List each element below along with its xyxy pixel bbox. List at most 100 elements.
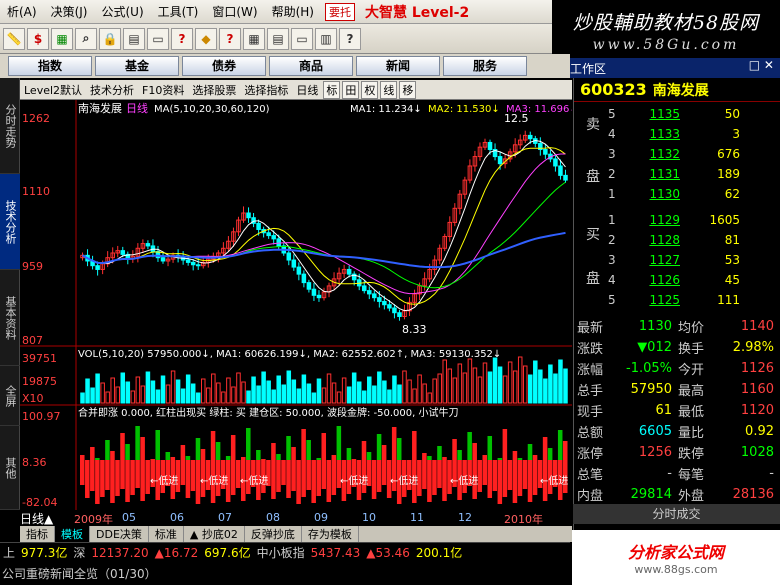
buy-price[interactable]: 1129 <box>610 213 680 227</box>
window-icon[interactable]: ▭ <box>291 27 313 50</box>
candle-body <box>95 265 100 270</box>
bottom-tab[interactable]: 模板 <box>55 526 90 542</box>
grid-icon[interactable]: ▤ <box>123 27 145 50</box>
day-period-button[interactable]: 日线▲ <box>20 510 70 526</box>
buy-row[interactable]: 5 1125 111 <box>574 290 780 310</box>
osc-red-bar <box>522 460 528 489</box>
tab-other[interactable]: 其他 <box>0 426 20 510</box>
news-text[interactable]: 公司重磅新闻全览（01/30） <box>2 565 157 582</box>
menu-decision[interactable]: 决策(J) <box>44 3 95 20</box>
flag-icon[interactable]: ▦ <box>51 27 73 50</box>
vol-tick-2: 19875 <box>22 375 57 388</box>
stat-label-2: 最低 <box>678 404 705 420</box>
calendar-icon[interactable]: ▦ <box>243 27 265 50</box>
signal-label: ←低进 <box>240 474 268 487</box>
bottom-tab[interactable]: 反弹抄底 <box>245 526 302 542</box>
level-select[interactable]: Level2默认 <box>20 82 86 98</box>
nav-service[interactable]: 服务 <box>443 56 527 76</box>
binoculars-icon[interactable]: ⌕ <box>75 27 97 50</box>
bottom-tab[interactable]: 存为模板 <box>302 526 359 542</box>
buy-row[interactable]: 1 1129 1605 <box>574 210 780 230</box>
period-select[interactable]: 日线 <box>292 82 322 98</box>
menu-window[interactable]: 窗口(W) <box>205 3 264 20</box>
nav-commodity[interactable]: 商品 <box>269 56 353 76</box>
buy-price[interactable]: 1125 <box>610 293 680 307</box>
buy-price[interactable]: 1127 <box>610 253 680 267</box>
osc-red-bar <box>502 460 508 497</box>
sell-price[interactable]: 1135 <box>610 107 680 121</box>
osc-bar <box>80 455 85 460</box>
nav-index[interactable]: 指数 <box>8 56 92 76</box>
line-icon[interactable]: 线 <box>380 80 398 99</box>
menu-help[interactable]: 帮助(H) <box>265 3 321 20</box>
bottom-tab[interactable]: 指标 <box>20 526 55 542</box>
tab-basic-info[interactable]: 基本资料 <box>0 270 20 366</box>
stat-label: 总笔 <box>577 467 604 483</box>
book-icon[interactable]: ▥ <box>315 27 337 50</box>
osc-bar <box>412 431 417 460</box>
osc-red-bar <box>110 460 115 503</box>
tab-technical[interactable]: 技术分析 <box>0 174 20 270</box>
sell-price[interactable]: 1130 <box>610 187 680 201</box>
workarea-controls[interactable]: □ ✕ <box>749 58 774 72</box>
monitor-icon[interactable]: ▭ <box>147 27 169 50</box>
osc-bar <box>301 429 306 460</box>
mark-icon[interactable]: 标 <box>323 80 341 99</box>
site-logo-name: 分析家公式网 <box>627 543 724 562</box>
volume-bar <box>387 389 392 404</box>
kline-chart[interactable]: 南海发展 日线 MA(5,10,20,30,60,120) MA1: 11.23… <box>20 100 572 510</box>
move-icon[interactable]: 移 <box>399 80 417 99</box>
tick-trades-tab[interactable]: 分时成交 <box>573 504 780 524</box>
sell-price[interactable]: 1132 <box>610 147 680 161</box>
sell-row[interactable]: 1 1130 62 <box>574 184 780 204</box>
menu-tools[interactable]: 工具(T) <box>151 3 206 20</box>
help-icon[interactable]: ? <box>171 27 193 50</box>
stat-label-2: 量比 <box>678 425 705 441</box>
pick-stock-button[interactable]: 选择股票 <box>188 82 240 98</box>
date-label: 10 <box>362 511 376 524</box>
news-bar[interactable]: 公司重磅新闻全览（01/30） <box>0 562 570 585</box>
ma-values: MA1: 11.234↓MA2: 11.530↓MA3: 11.696↓MA4:… <box>350 104 572 115</box>
buy-level: 3 <box>608 253 616 267</box>
bottom-tab[interactable]: ▲ 抄底02 <box>184 526 245 542</box>
sell-price[interactable]: 1131 <box>610 167 680 181</box>
diamond-icon[interactable]: ◆ <box>195 27 217 50</box>
ruler-icon[interactable]: 📏 <box>3 27 25 50</box>
buy-price[interactable]: 1128 <box>610 233 680 247</box>
volume-bar <box>155 389 161 404</box>
buy-row[interactable]: 2 1128 81 <box>574 230 780 250</box>
sell-row[interactable]: 5 1135 50 <box>574 104 780 124</box>
tab-timeshare[interactable]: 分时走势 <box>0 78 20 174</box>
buy-row[interactable]: 3 1127 53 <box>574 250 780 270</box>
grid-toggle-icon[interactable]: 田 <box>342 80 360 99</box>
menu-analysis[interactable]: 析(A) <box>0 3 44 20</box>
menu-formula[interactable]: 公式(U) <box>94 3 150 20</box>
f10-button[interactable]: F10资料 <box>138 82 188 98</box>
dollar-icon[interactable]: $ <box>27 27 49 50</box>
sheet-icon[interactable]: ▤ <box>267 27 289 50</box>
nav-fund[interactable]: 基金 <box>95 56 179 76</box>
whatsthis-icon[interactable]: ? <box>339 27 361 50</box>
sell-row[interactable]: 3 1132 676 <box>574 144 780 164</box>
stat-value: 6605 <box>638 423 672 439</box>
sell-row[interactable]: 2 1131 189 <box>574 164 780 184</box>
nav-news[interactable]: 新闻 <box>356 56 440 76</box>
nav-bond[interactable]: 债券 <box>182 56 266 76</box>
osc-bar <box>467 432 472 460</box>
sell-row[interactable]: 4 1133 3 <box>574 124 780 144</box>
buy-row[interactable]: 4 1126 45 <box>574 270 780 290</box>
osc-red-bar <box>90 460 95 491</box>
question-icon[interactable]: ? <box>219 27 241 50</box>
lock-icon[interactable]: 🔒 <box>99 27 121 50</box>
bottom-tab[interactable]: 标准 <box>149 526 184 542</box>
rights-icon[interactable]: 权 <box>361 80 379 99</box>
menu-title-box[interactable]: 要托 <box>324 2 355 21</box>
pick-indicator-button[interactable]: 选择指标 <box>240 82 292 98</box>
bottom-tab[interactable]: DDE决策 <box>90 526 149 542</box>
sell-price[interactable]: 1133 <box>610 127 680 141</box>
tech-analysis-button[interactable]: 技术分析 <box>86 82 138 98</box>
buy-price[interactable]: 1126 <box>610 273 680 287</box>
tab-fullscreen[interactable]: 全屏 <box>0 366 20 426</box>
stat-row: 涨跌 ▼012 换手 2.98% <box>574 337 780 357</box>
candle-body <box>256 222 261 230</box>
